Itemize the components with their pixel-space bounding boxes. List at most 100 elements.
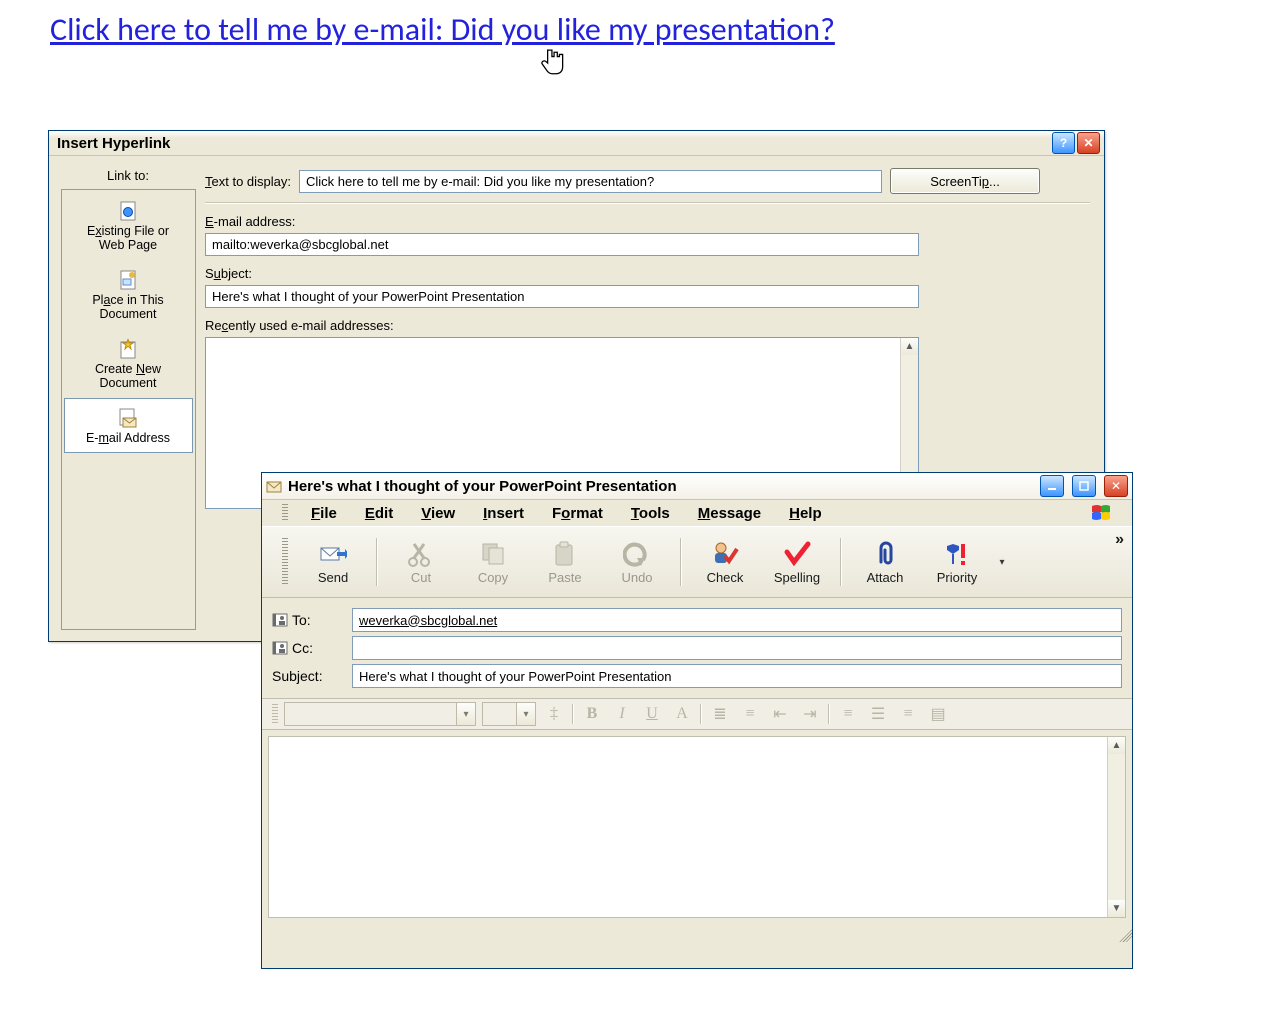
toolbar-label: Spelling — [774, 570, 820, 585]
cc-input[interactable] — [352, 636, 1122, 660]
paragraph-style-icon: ‡ — [542, 703, 566, 725]
compose-close-button[interactable]: ✕ — [1104, 475, 1128, 497]
new-doc-icon — [117, 338, 139, 360]
font-family-combo: ▾ — [284, 702, 476, 726]
windows-flag-icon — [1090, 504, 1112, 522]
toolbar-label: Send — [318, 570, 348, 585]
dialog-titlebar[interactable]: Insert Hyperlink ? ✕ — [49, 131, 1104, 156]
format-separator — [572, 704, 574, 724]
menu-format[interactable]: Format — [539, 503, 616, 524]
size-grip-icon[interactable] — [1116, 926, 1132, 942]
dialog-close-button[interactable]: ✕ — [1077, 132, 1100, 154]
menu-file[interactable]: File — [298, 503, 350, 524]
toolbar-label: Undo — [621, 570, 652, 585]
compose-email-window: Here's what I thought of your PowerPoint… — [261, 472, 1133, 969]
toolbar-overflow-button[interactable]: » — [1115, 531, 1124, 549]
maximize-button[interactable] — [1072, 475, 1096, 497]
toolbar-separator — [680, 538, 682, 586]
to-input[interactable] — [352, 608, 1122, 632]
globe-page-icon — [117, 200, 139, 222]
text-to-display-input[interactable] — [299, 170, 882, 193]
paste-icon — [551, 540, 579, 568]
toolbar-separator — [840, 538, 842, 586]
dropdown-arrow-icon: ▾ — [456, 703, 475, 725]
font-color-button: A — [670, 703, 694, 725]
compose-menubar: File Edit View Insert Format Tools Messa… — [262, 500, 1132, 526]
menu-tools[interactable]: Tools — [618, 503, 683, 524]
toolbar-label: Cut — [411, 570, 431, 585]
copy-icon — [479, 540, 507, 568]
undo-icon — [623, 540, 651, 568]
bold-button: B — [580, 703, 604, 725]
compose-body-editor[interactable]: ▲ ▼ — [268, 736, 1126, 918]
indent-icon: ⇥ — [798, 703, 822, 725]
toolbar-label: Paste — [548, 570, 581, 585]
toolbar-spelling[interactable]: Spelling — [764, 540, 830, 585]
dropdown-arrow-icon: ▾ — [516, 703, 535, 725]
cut-icon — [407, 540, 435, 568]
format-separator — [828, 704, 830, 724]
linkto-create-new-doc[interactable]: Create NewDocument — [64, 330, 193, 397]
toolbar-undo: Undo — [604, 540, 670, 585]
italic-button: I — [610, 703, 634, 725]
menu-edit[interactable]: Edit — [352, 503, 406, 524]
toolbar-paste: Paste — [532, 540, 598, 585]
toolbar-check[interactable]: Check — [692, 540, 758, 585]
numbered-list-icon: ≣ — [708, 703, 732, 725]
compose-statusbar — [262, 924, 1132, 942]
outdent-icon: ⇤ — [768, 703, 792, 725]
send-icon — [319, 540, 347, 568]
linkto-place-in-doc[interactable]: Place in ThisDocument — [64, 261, 193, 328]
menu-view[interactable]: View — [408, 503, 468, 524]
dialog-help-button[interactable]: ? — [1052, 132, 1075, 154]
compose-headers: To: Cc: Subject: — [262, 598, 1132, 699]
scroll-down-icon[interactable]: ▼ — [1108, 900, 1125, 917]
toolbar-label: Copy — [478, 570, 508, 585]
menubar-grip-icon[interactable] — [282, 504, 288, 522]
dialog-title: Insert Hyperlink — [53, 135, 1050, 152]
linkto-email-address[interactable]: E-mail Address — [64, 398, 193, 452]
check-names-icon — [711, 540, 739, 568]
toolbar-priority[interactable]: Priority — [924, 540, 990, 585]
align-left-icon: ≡ — [836, 703, 860, 725]
link-to-label: Link to: — [107, 168, 149, 183]
menu-message[interactable]: Message — [685, 503, 774, 524]
compose-subject-input[interactable] — [352, 664, 1122, 688]
compose-toolbar: Send Cut Copy Paste — [262, 526, 1132, 598]
cc-text: Cc: — [292, 640, 313, 656]
envelope-page-icon — [117, 407, 139, 429]
underline-button: U — [640, 703, 664, 725]
toolbar-cut: Cut — [388, 540, 454, 585]
body-scrollbar[interactable]: ▲ ▼ — [1107, 737, 1125, 917]
subject-input[interactable] — [205, 285, 919, 308]
minimize-button[interactable] — [1040, 475, 1064, 497]
toolbar-send[interactable]: Send — [300, 540, 366, 585]
priority-dropdown-arrow-icon[interactable]: ▾ — [996, 557, 1008, 568]
menu-help[interactable]: Help — [776, 503, 835, 524]
address-book-icon — [272, 641, 288, 655]
format-grip-icon[interactable] — [272, 704, 278, 724]
format-separator — [700, 704, 702, 724]
compose-titlebar[interactable]: Here's what I thought of your PowerPoint… — [262, 473, 1132, 500]
to-label[interactable]: To: — [272, 612, 344, 628]
scroll-up-icon[interactable]: ▲ — [1108, 737, 1125, 754]
toolbar-copy: Copy — [460, 540, 526, 585]
toolbar-grip-icon[interactable] — [282, 538, 288, 586]
compose-subject-label: Subject: — [272, 668, 344, 684]
screentip-button[interactable]: ScreenTip... — [890, 168, 1040, 194]
divider — [205, 202, 1090, 204]
toolbar-attach[interactable]: Attach — [852, 540, 918, 585]
maximize-icon — [1079, 481, 1089, 491]
align-right-icon: ≡ — [896, 703, 920, 725]
priority-icon — [943, 540, 971, 568]
email-address-input[interactable] — [205, 233, 919, 256]
scroll-up-icon[interactable]: ▲ — [901, 338, 918, 355]
paperclip-icon — [871, 540, 899, 568]
align-center-icon: ☰ — [866, 703, 890, 725]
cc-label[interactable]: Cc: — [272, 640, 344, 656]
presentation-hyperlink[interactable]: Click here to tell me by e-mail: Did you… — [50, 10, 835, 49]
hand-cursor-icon — [540, 48, 566, 78]
toolbar-label: Attach — [867, 570, 904, 585]
menu-insert[interactable]: Insert — [470, 503, 537, 524]
linkto-existing-file[interactable]: Existing File orWeb Page — [64, 192, 193, 259]
